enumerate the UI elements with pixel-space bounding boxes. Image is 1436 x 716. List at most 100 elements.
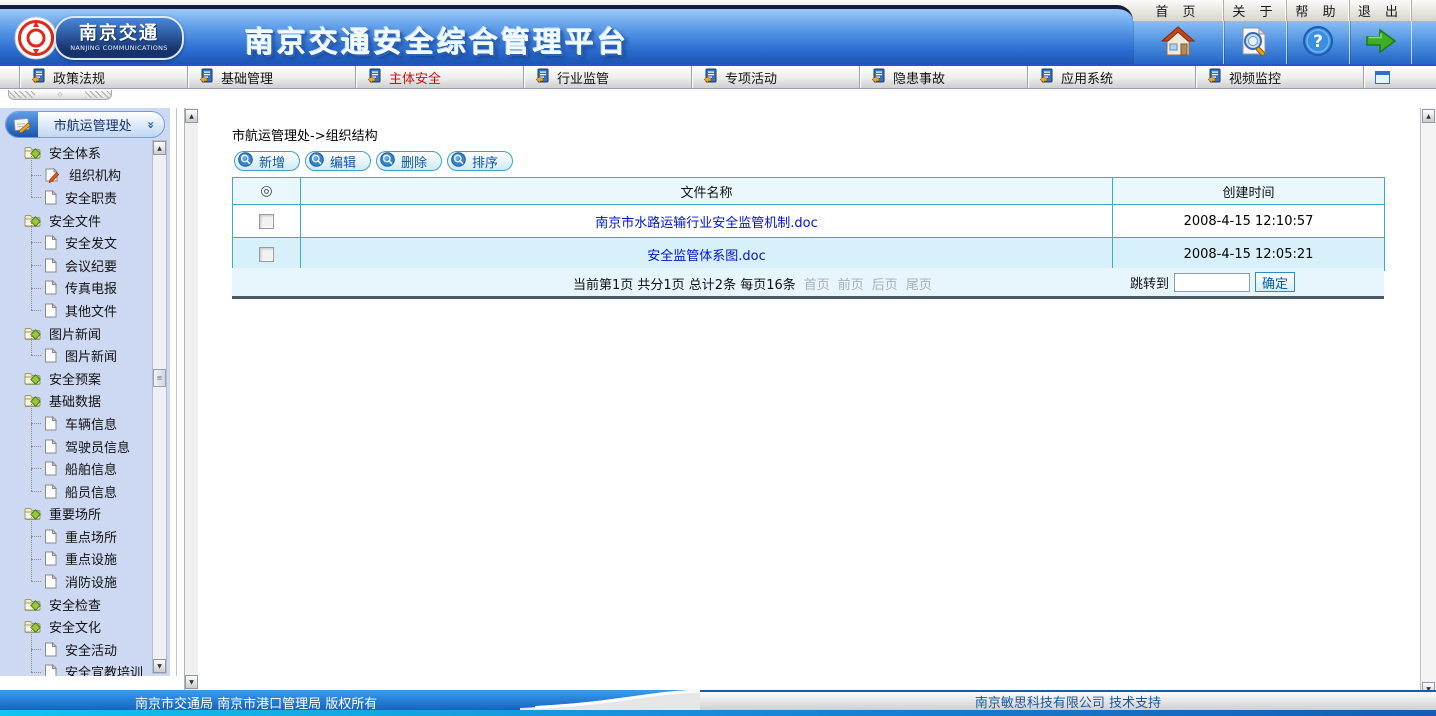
table-header-row: ◎ 文件名称 创建时间 [233,178,1385,205]
menu-item-policy[interactable]: 政策法规 [19,66,187,88]
menu-item-label: 基础管理 [221,68,273,87]
tree-item[interactable]: 基础数据 [0,390,152,413]
document-icon [44,235,57,250]
tree-item-label: 重点设施 [65,549,117,568]
confirm-button[interactable]: 确定 [1255,272,1295,292]
exit-icon [1363,24,1399,62]
select-all-icon: ◎ [260,183,272,199]
tree-item-label: 安全活动 [65,640,117,659]
scroll-up-icon[interactable]: ▲ [1422,109,1435,123]
pagenav-last[interactable]: 尾页 [906,274,932,293]
tree-item[interactable]: 安全宣教培训 [0,661,152,676]
menu-item-apps[interactable]: 应用系统 [1027,66,1195,88]
tree-item[interactable]: 安全预案 [0,367,152,390]
tree-item[interactable]: 安全文件 [0,209,152,232]
splitter-line [176,108,177,676]
quicklink-about-button[interactable] [1224,21,1287,64]
quicklink-about[interactable]: 关 于 [1224,0,1287,21]
menu-item-special[interactable]: 专项活动 [691,66,859,88]
row-checkbox[interactable] [259,214,274,229]
grip-hatch-right [85,91,111,98]
quicklink-help[interactable]: 帮 助 [1287,0,1350,21]
tree-item[interactable]: 驾驶员信息 [0,435,152,458]
tree-item[interactable]: 其他文件 [0,299,152,322]
scrollbar-thumb[interactable]: ≡ [153,369,166,387]
pagenav-next[interactable]: 后页 [872,274,898,293]
scroll-up-icon[interactable]: ▲ [185,109,198,123]
pagination-text: 当前第1页 共分1页 总计2条 每页16条 首页前页后页尾页 [573,274,932,293]
menu-item-basic[interactable]: 基础管理 [187,66,355,88]
tree-item[interactable]: 重点场所 [0,525,152,548]
folder-icon [24,145,41,160]
quicklink-exit[interactable]: 退 出 [1350,0,1412,21]
tree-item[interactable]: 安全体系 [0,141,152,164]
sidebar-scrollbar[interactable]: ▲ ≡ ▼ [152,140,167,674]
row-checkbox[interactable] [259,247,274,262]
menu-item-industry[interactable]: 行业监管 [523,66,691,88]
menu-item-video[interactable]: 视频监控 [1195,66,1363,88]
tree-item[interactable]: 组织机构 [0,164,152,187]
jump-page-input[interactable] [1174,273,1250,292]
tree-item-label: 消防设施 [65,572,117,591]
tree-item[interactable]: 重要场所 [0,503,152,526]
toolbar-sort-button[interactable]: 排序 [447,151,513,171]
brand-name: 南京交通 [79,24,159,44]
tree-item[interactable]: 传真电报 [0,277,152,300]
page-scrollbar[interactable]: ▲ ▼ [1420,108,1436,697]
file-link[interactable]: 南京市水路运输行业安全监管机制.doc [595,216,818,231]
tree-item-label: 车辆信息 [65,414,117,433]
main-content: 市航运管理处->组织结构 新增编辑删除排序 ◎ 文件名称 创建时间 南京市水路运… [198,108,1420,690]
document-icon [44,258,57,273]
document-icon [44,461,57,476]
document-icon [44,664,57,676]
menu-doc-icon [703,68,718,87]
toolbar-button-label: 排序 [472,152,498,171]
window-icon[interactable] [1375,71,1390,84]
footer-right-band: 南京敏思科技有限公司 技术支持 [700,690,1436,710]
grip-hatch-left [9,91,35,98]
pagenav-prev[interactable]: 前页 [838,274,864,293]
tree-item[interactable]: 安全检查 [0,593,152,616]
nav-tree: 安全体系组织机构安全职责安全文件安全发文会议纪要传真电报其他文件图片新闻图片新闻… [0,141,152,676]
quicklink-home[interactable]: 首 页 [1133,0,1224,21]
tree-item[interactable]: 会议纪要 [0,254,152,277]
toolbar-delete-button[interactable]: 删除 [376,151,442,171]
pagination-nav: 首页前页后页尾页 [804,274,932,293]
tree-item[interactable]: 安全职责 [0,186,152,209]
tree-item[interactable]: 图片新闻 [0,322,152,345]
menu-doc-icon [1039,68,1054,87]
tree-item[interactable]: 船舶信息 [0,457,152,480]
page-jump: 跳转到 确定 [1130,272,1295,292]
tree-item[interactable]: 车辆信息 [0,412,152,435]
department-selector[interactable]: 市航运管理处 » [5,111,165,138]
quicklink-exit-button[interactable] [1350,21,1412,64]
panel-collapse-grip[interactable]: ◇ [8,90,112,100]
scroll-down-icon[interactable]: ▼ [185,675,198,689]
menu-item-hazard[interactable]: 隐患事故 [859,66,1027,88]
tree-item[interactable]: 安全活动 [0,638,152,661]
tree-item[interactable]: 安全文化 [0,615,152,638]
quicklink-help-button[interactable]: ? [1287,21,1350,64]
chevron-down-icon[interactable]: » [144,121,158,129]
logo: 南京交通 NANJING COMMUNICATIONS [54,16,184,60]
toolbar-edit-button[interactable]: 编辑 [305,151,371,171]
scroll-down-icon[interactable]: ▼ [153,659,166,673]
file-link[interactable]: 安全监管体系图.doc [647,249,766,264]
tree-item[interactable]: 图片新闻 [0,344,152,367]
folder-icon [24,597,41,612]
scroll-up-icon[interactable]: ▲ [153,141,166,155]
toolbar-button-label: 删除 [401,152,427,171]
tree-item[interactable]: 重点设施 [0,548,152,571]
toolbar-add-button[interactable]: 新增 [234,151,300,171]
menu-item-subject[interactable]: 主体安全 [355,66,523,88]
tree-item-label: 图片新闻 [65,346,117,365]
pagination-summary: 当前第1页 共分1页 总计2条 每页16条 [573,274,796,293]
tree-item-label: 组织机构 [69,165,121,184]
tree-item[interactable]: 消防设施 [0,570,152,593]
left-frame-scrollbar[interactable]: ▲ ▼ [184,108,198,690]
quicklink-home-button[interactable] [1133,21,1224,64]
pagenav-first[interactable]: 首页 [804,274,830,293]
tree-item[interactable]: 船员信息 [0,480,152,503]
sidebar: 市航运管理处 » 安全体系组织机构安全职责安全文件安全发文会议纪要传真电报其他文… [0,108,170,676]
tree-item[interactable]: 安全发文 [0,231,152,254]
